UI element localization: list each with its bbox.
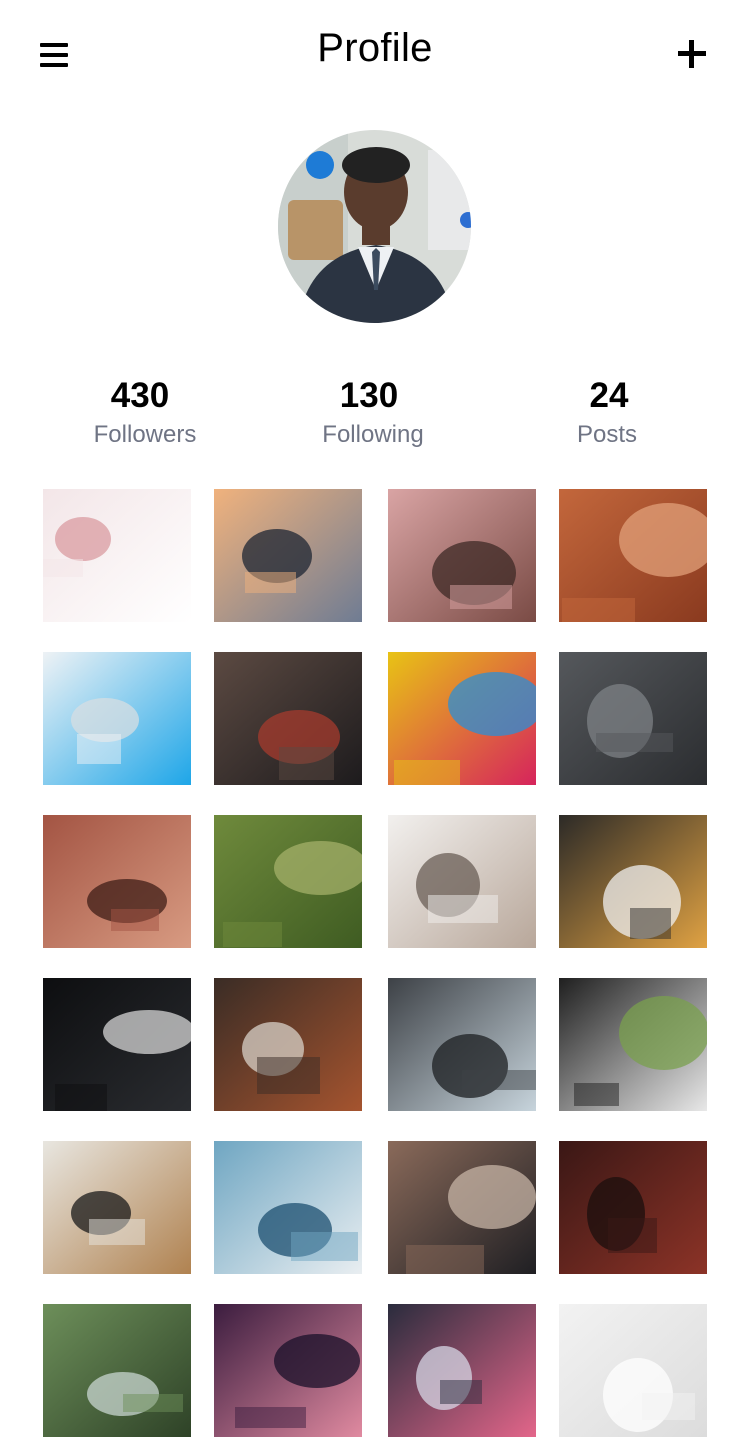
post-film-camera[interactable] bbox=[43, 1141, 191, 1274]
posts-stat[interactable]: 24 Posts bbox=[522, 376, 692, 450]
post-cafe-laptop[interactable] bbox=[214, 978, 362, 1111]
plus-icon[interactable] bbox=[674, 36, 710, 72]
post-pink-skirt-boots[interactable] bbox=[388, 489, 536, 622]
post-oval-window[interactable] bbox=[559, 978, 707, 1111]
post-white-sculpture[interactable] bbox=[559, 1304, 707, 1437]
followers-count: 430 bbox=[110, 376, 170, 415]
following-stat[interactable]: 130 Following bbox=[288, 376, 458, 450]
post-car-snow[interactable] bbox=[214, 1141, 362, 1274]
post-ice-cave[interactable] bbox=[388, 978, 536, 1111]
following-label: Following bbox=[322, 421, 424, 448]
post-pool-room[interactable] bbox=[43, 652, 191, 785]
post-portrait-purple[interactable] bbox=[214, 1304, 362, 1437]
post-man-street[interactable] bbox=[388, 1141, 536, 1274]
followers-label: Followers bbox=[93, 421, 197, 448]
posts-label: Posts bbox=[576, 421, 638, 448]
post-wooden-slats[interactable] bbox=[388, 815, 536, 948]
followers-stat[interactable]: 430 Followers bbox=[60, 376, 230, 450]
post-bird-on-branch[interactable] bbox=[214, 815, 362, 948]
post-desk-workspace[interactable] bbox=[43, 489, 191, 622]
post-colorful-balls[interactable] bbox=[388, 652, 536, 785]
post-red-hair-braid[interactable] bbox=[559, 489, 707, 622]
page-title: Profile bbox=[317, 26, 433, 70]
post-city-lights[interactable] bbox=[388, 1304, 536, 1437]
post-dark-forest[interactable] bbox=[559, 1141, 707, 1274]
following-count: 130 bbox=[339, 376, 399, 415]
post-black-pebbles[interactable] bbox=[559, 652, 707, 785]
post-lake-forest[interactable] bbox=[43, 1304, 191, 1437]
post-light-painting[interactable] bbox=[43, 978, 191, 1111]
post-toy-cars-lights[interactable] bbox=[559, 815, 707, 948]
post-freckled-face[interactable] bbox=[43, 815, 191, 948]
posts-count: 24 bbox=[589, 376, 629, 415]
post-bridge-silhouette[interactable] bbox=[214, 489, 362, 622]
post-woman-escalator[interactable] bbox=[214, 652, 362, 785]
profile-avatar[interactable] bbox=[278, 130, 471, 323]
top-bar: Profile bbox=[0, 0, 750, 110]
